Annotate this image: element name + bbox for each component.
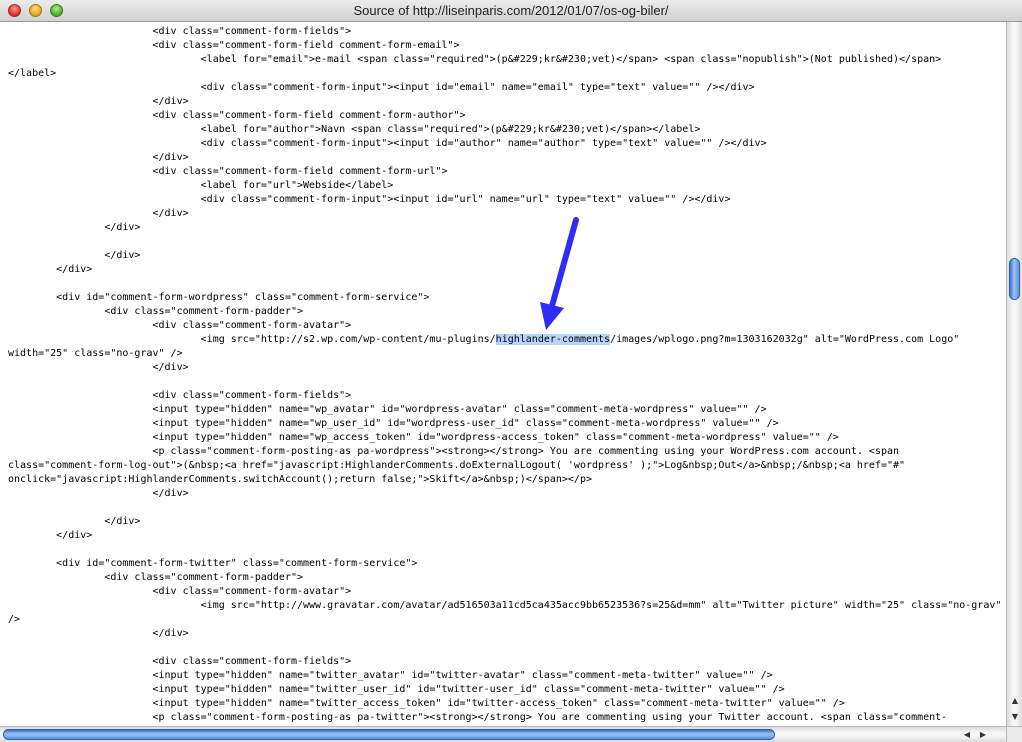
source-line: </div> — [8, 96, 189, 107]
window-titlebar[interactable]: Source of http://liseinparis.com/2012/01… — [0, 0, 1022, 22]
source-line — [8, 501, 1006, 515]
source-line: <div class="comment-form-padder"> — [8, 306, 304, 317]
source-line: </div> — [8, 152, 189, 163]
source-line: <div class="comment-form-input"><input i… — [8, 138, 767, 149]
source-line — [8, 277, 1006, 291]
source-line: </div> — [8, 488, 189, 499]
source-line — [8, 641, 1006, 655]
horizontal-scrollbar[interactable]: ◀ ▶ — [0, 726, 1006, 742]
source-line: <input type="hidden" name="wp_access_tok… — [8, 432, 839, 443]
resize-corner[interactable] — [1006, 726, 1022, 742]
source-line: class="comment-form-log-out">(&nbsp;<a h… — [8, 460, 906, 471]
source-line: <input type="hidden" name="wp_user_id" i… — [8, 418, 779, 429]
source-line: <div class="comment-form-avatar"> — [8, 586, 352, 597]
source-line: </div> — [8, 530, 93, 541]
source-line: </div> — [8, 516, 141, 527]
source-line: <input type="hidden" name="twitter_acces… — [8, 698, 845, 709]
source-line: <div id="comment-form-wordpress" class="… — [8, 292, 430, 303]
source-line: width="25" class="no-grav" /> — [8, 348, 183, 359]
horizontal-scroll-thumb[interactable] — [3, 729, 775, 740]
source-line: <input type="hidden" name="twitter_avata… — [8, 670, 773, 681]
source-line: onclick="javascript:HighlanderComments.s… — [8, 474, 592, 485]
source-line: <div class="comment-form-field comment-f… — [8, 166, 448, 177]
source-line: /> — [8, 614, 21, 625]
source-line — [8, 543, 1006, 557]
source-line: <label for="url">Webside</label> — [8, 180, 394, 191]
scroll-right-arrow-icon[interactable]: ▶ — [976, 728, 990, 742]
vertical-scrollbar[interactable]: ▲ ▼ — [1006, 22, 1022, 726]
source-line: <div class="comment-form-fields"> — [8, 656, 352, 667]
source-code[interactable]: <div class="comment-form-fields"> <div c… — [0, 22, 1006, 725]
source-line: <div class="comment-form-input"><input i… — [8, 194, 731, 205]
source-line: <div class="comment-form-avatar"> — [8, 320, 352, 331]
source-line: <input type="hidden" name="twitter_user_… — [8, 684, 785, 695]
source-line: <div class="comment-form-padder"> — [8, 572, 304, 583]
source-line: <div class="comment-form-fields"> — [8, 390, 352, 401]
window-title: Source of http://liseinparis.com/2012/01… — [353, 3, 669, 18]
source-line: <img src="http://s2.wp.com/wp-content/mu… — [8, 333, 1006, 347]
source-line: </div> — [8, 222, 141, 233]
source-line: </label> — [8, 68, 57, 79]
scroll-up-arrow-icon[interactable]: ▲ — [1008, 694, 1022, 708]
source-line: <label for="email">e-mail <span class="r… — [8, 54, 942, 65]
scroll-down-arrow-icon[interactable]: ▼ — [1008, 710, 1022, 724]
vertical-scroll-thumb[interactable] — [1009, 258, 1020, 300]
img-line-before: <img src="http://s2.wp.com/wp-content/mu… — [8, 334, 496, 345]
source-line: <div class="comment-form-field comment-f… — [8, 40, 460, 51]
source-line — [8, 375, 1006, 389]
source-line: </div> — [8, 250, 141, 261]
source-line: <div class="comment-form-fields"> — [8, 26, 352, 37]
source-line: <img src="http://www.gravatar.com/avatar… — [8, 600, 1002, 611]
source-line: </div> — [8, 628, 189, 639]
source-line: </div> — [8, 264, 93, 275]
source-line: <div class="comment-form-field comment-f… — [8, 110, 466, 121]
img-line-after: /images/wplogo.png?m=1303162032g" alt="W… — [610, 334, 960, 345]
source-line: <p class="comment-form-posting-as pa-twi… — [8, 712, 948, 723]
source-line: <div id="comment-form-twitter" class="co… — [8, 558, 418, 569]
source-view[interactable]: <div class="comment-form-fields"> <div c… — [0, 22, 1006, 726]
source-line: <div class="comment-form-input"><input i… — [8, 82, 755, 93]
scroll-left-arrow-icon[interactable]: ◀ — [960, 728, 974, 742]
selected-text[interactable]: highlander-comments — [495, 334, 611, 345]
source-line: <label for="author">Navn <span class="re… — [8, 124, 701, 135]
source-line: <p class="comment-form-posting-as pa-wor… — [8, 446, 900, 457]
source-line: </div> — [8, 362, 189, 373]
source-line: <input type="hidden" name="wp_avatar" id… — [8, 404, 767, 415]
source-line: </div> — [8, 208, 189, 219]
source-line — [8, 235, 1006, 249]
